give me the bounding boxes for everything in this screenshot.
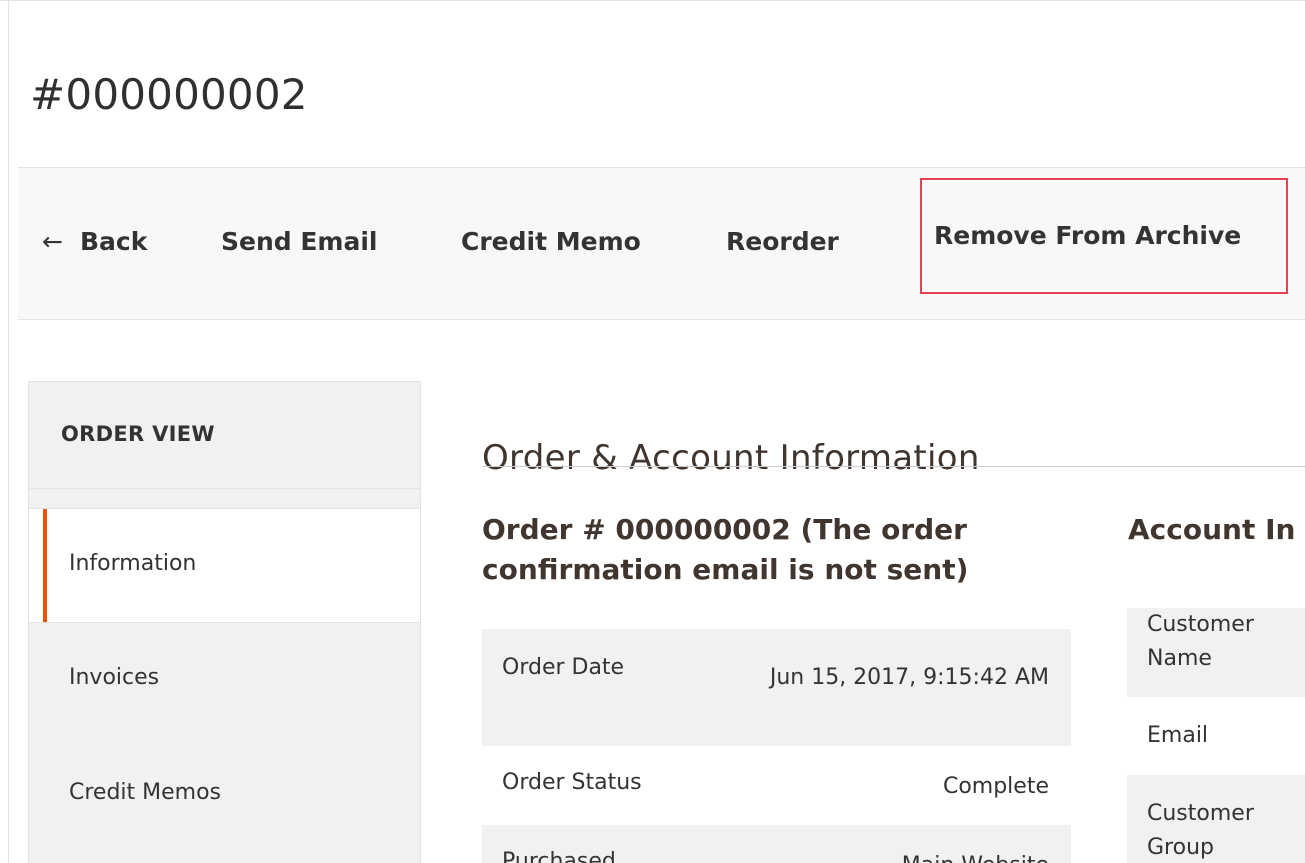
sidebar-item-label: Credit Memos — [69, 780, 222, 805]
table-row: Customer Group — [1127, 775, 1305, 863]
page-actions-toolbar: ← Back Send Email Credit Memo Reorder Rem… — [18, 167, 1305, 320]
sidebar-item-credit-memos[interactable]: Credit Memos — [29, 738, 420, 853]
back-button-label: Back — [80, 227, 148, 256]
table-row: Customer Name — [1127, 608, 1305, 697]
sidebar-item-label: Information — [69, 551, 197, 576]
account-heading: Account In — [1128, 513, 1296, 546]
order-view-page: #000000002 ← Back Send Email Credit Memo … — [0, 0, 1305, 863]
send-email-button[interactable]: Send Email — [221, 224, 378, 260]
sidebar-item-label: Invoices — [69, 665, 160, 690]
arrow-left-icon: ← — [42, 227, 63, 256]
table-row: Email — [1127, 697, 1305, 775]
order-status-value: Complete — [942, 774, 1049, 799]
reorder-button[interactable]: Reorder — [726, 224, 839, 260]
table-row: Order Date Jun 15, 2017, 9:15:42 AM — [482, 629, 1071, 746]
sidebar-title: ORDER VIEW — [61, 422, 215, 446]
account-info-table: Customer Name Email Customer Group — [1127, 608, 1305, 863]
top-divider — [0, 0, 1305, 6]
section-title: Order & Account Information — [482, 438, 980, 479]
order-view-sidebar: ORDER VIEW Information Invoices Credit M… — [28, 381, 421, 863]
active-indicator — [43, 509, 47, 622]
back-button[interactable]: ← Back — [42, 224, 147, 260]
remove-from-archive-button[interactable]: Remove From Archive — [920, 178, 1288, 294]
customer-name-label: Customer Name — [1147, 612, 1254, 671]
customer-group-label: Customer Group — [1147, 801, 1254, 860]
order-heading: Order # 000000002 (The order confirmatio… — [482, 513, 969, 586]
credit-memo-button[interactable]: Credit Memo — [461, 224, 641, 260]
left-divider — [8, 0, 9, 863]
sidebar-item-invoices[interactable]: Invoices — [29, 623, 420, 738]
table-row: Purchased Main Website — [482, 825, 1071, 863]
order-date-value: Jun 15, 2017, 9:15:42 AM — [769, 665, 1049, 690]
purchased-from-label: Purchased — [502, 849, 616, 863]
page-title: #000000002 — [30, 70, 308, 120]
sidebar-divider — [29, 488, 420, 489]
order-info-table: Order Date Jun 15, 2017, 9:15:42 AM Orde… — [482, 629, 1071, 863]
purchased-from-value: Main Website — [902, 849, 1049, 863]
order-date-label: Order Date — [502, 655, 625, 680]
sidebar-item-information[interactable]: Information — [29, 508, 420, 623]
email-label: Email — [1147, 723, 1209, 748]
section-divider — [482, 466, 1305, 467]
table-row: Order Status Complete — [482, 746, 1071, 825]
order-status-label: Order Status — [502, 770, 642, 795]
